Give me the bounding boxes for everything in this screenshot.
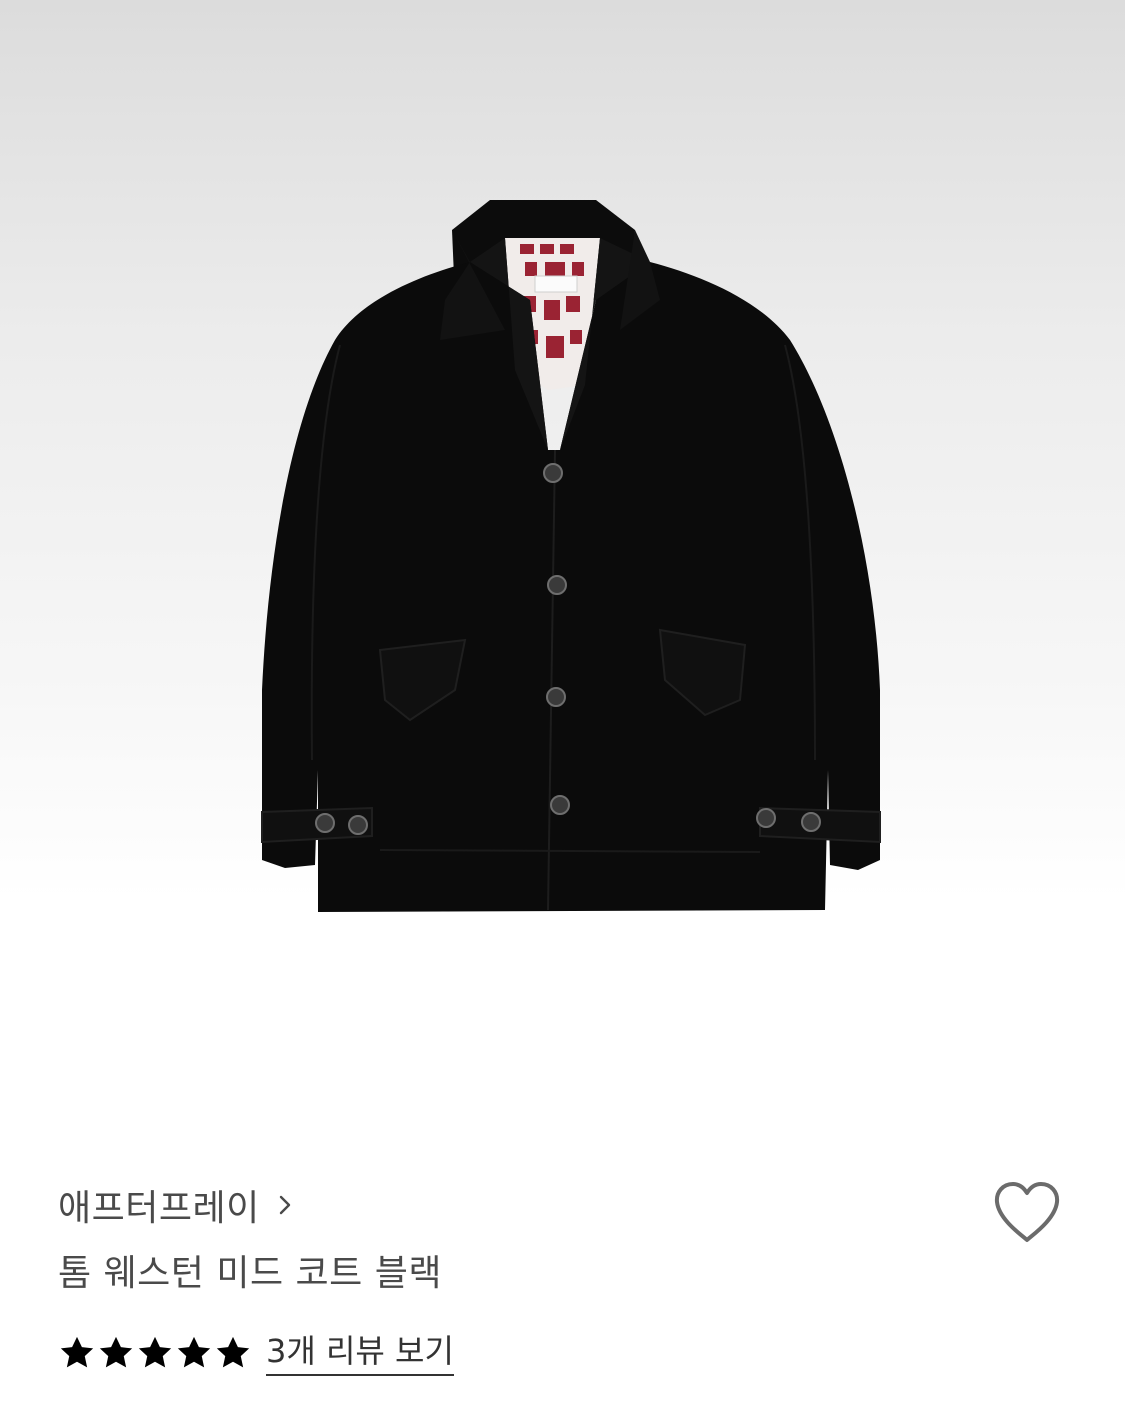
wishlist-button[interactable]	[993, 1180, 1061, 1246]
chevron-right-icon	[278, 1194, 292, 1216]
heart-outline-icon	[994, 1182, 1060, 1242]
star-icon	[60, 1336, 94, 1368]
product-image[interactable]	[0, 0, 1125, 1125]
star-icon	[138, 1336, 172, 1368]
view-reviews-link[interactable]: 3개 리뷰 보기	[266, 1330, 454, 1376]
product-title: 톰 웨스턴 미드 코트 블랙	[58, 1253, 442, 1294]
brand-link[interactable]: 애프터프레이	[58, 1178, 292, 1232]
brand-name: 애프터프레이	[58, 1188, 260, 1229]
star-rating	[58, 1334, 252, 1372]
star-icon	[216, 1336, 250, 1368]
star-icon	[99, 1336, 133, 1368]
rating-row: 3개 리뷰 보기	[58, 1328, 454, 1378]
star-icon	[177, 1336, 211, 1368]
product-photo	[261, 200, 881, 912]
